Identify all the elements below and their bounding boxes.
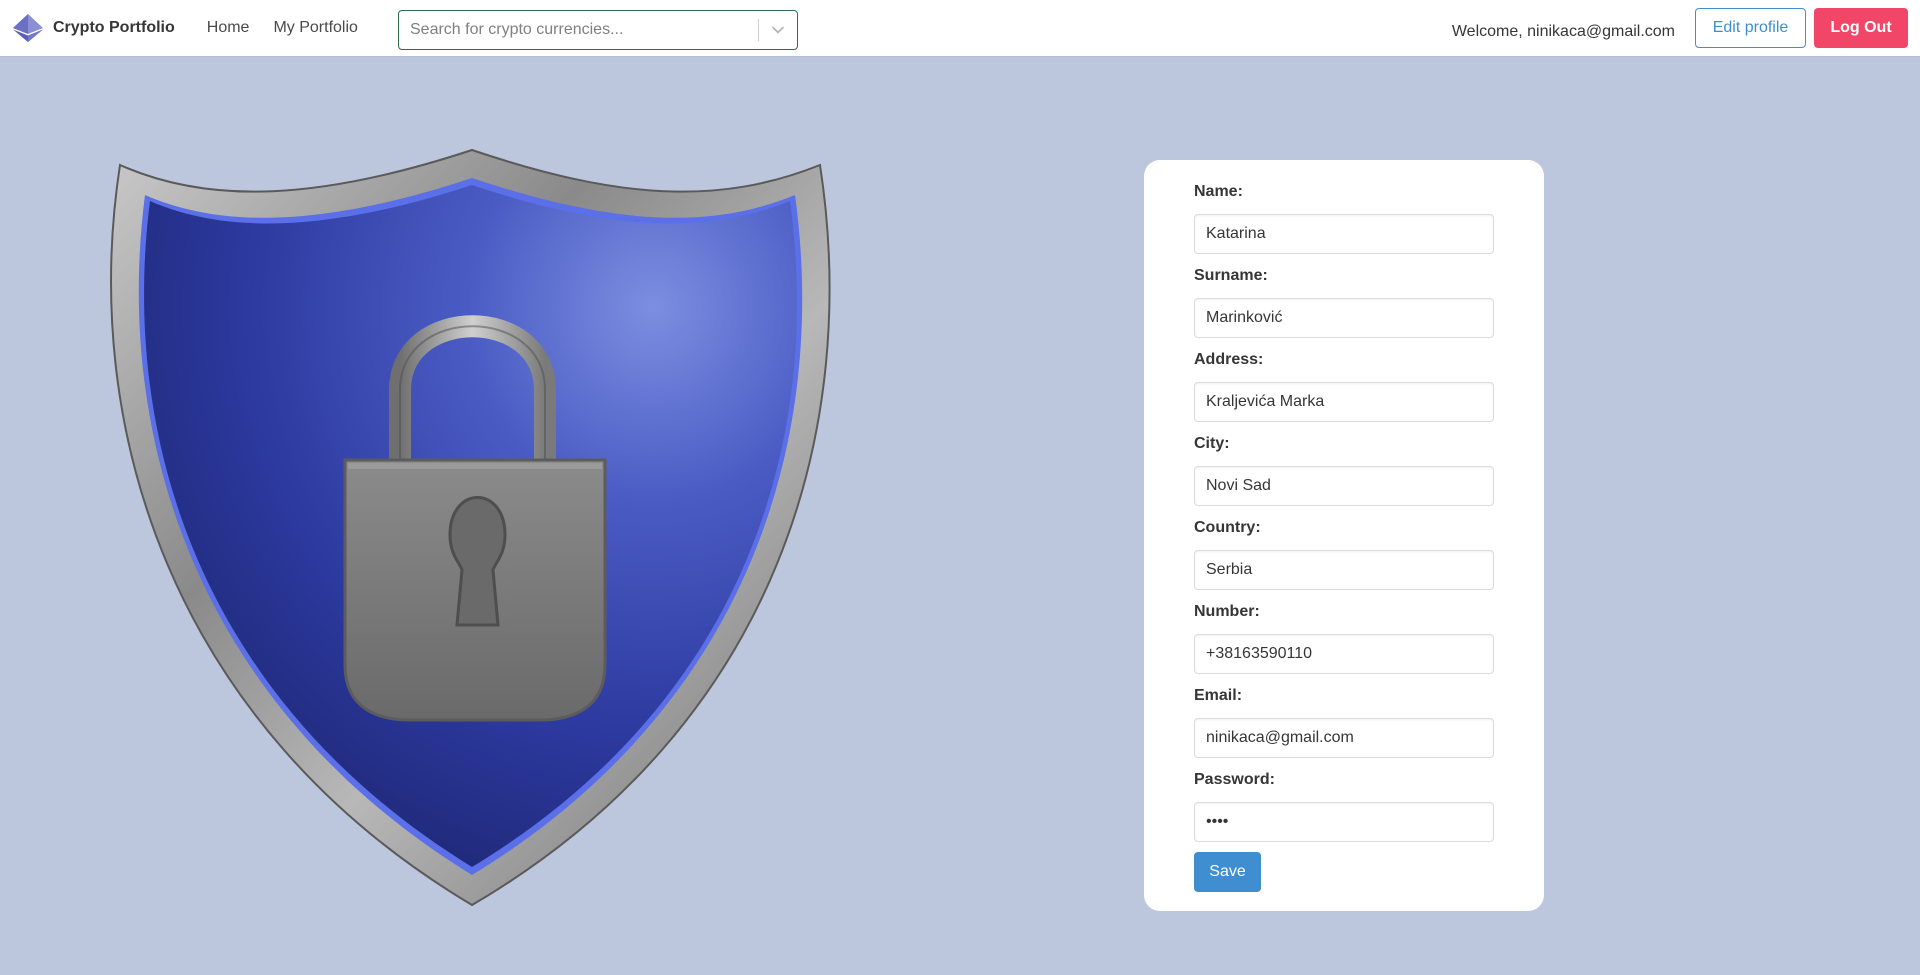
field-country: Country: xyxy=(1194,516,1494,590)
country-label: Country: xyxy=(1194,519,1261,536)
number-input[interactable] xyxy=(1194,634,1494,674)
email-input[interactable] xyxy=(1194,718,1494,758)
profile-form-card: Name: Surname: Address: City: Country: N… xyxy=(1144,160,1544,911)
navbar: Crypto Portfolio Home My Portfolio Welco… xyxy=(0,0,1920,56)
country-input[interactable] xyxy=(1194,550,1494,590)
ethereum-logo-icon xyxy=(13,14,43,42)
search-input[interactable] xyxy=(399,11,758,49)
field-address: Address: xyxy=(1194,348,1494,422)
field-city: City: xyxy=(1194,432,1494,506)
address-input[interactable] xyxy=(1194,382,1494,422)
field-name: Name: xyxy=(1194,180,1494,254)
field-number: Number: xyxy=(1194,600,1494,674)
surname-label: Surname: xyxy=(1194,267,1268,284)
field-password: Password: xyxy=(1194,768,1494,842)
name-input[interactable] xyxy=(1194,214,1494,254)
field-email: Email: xyxy=(1194,684,1494,758)
password-label: Password: xyxy=(1194,771,1275,788)
name-label: Name: xyxy=(1194,183,1243,200)
save-button[interactable]: Save xyxy=(1194,852,1261,892)
city-input[interactable] xyxy=(1194,466,1494,506)
nav-my-portfolio-link[interactable]: My Portfolio xyxy=(273,0,357,56)
edit-profile-button[interactable]: Edit profile xyxy=(1695,8,1806,48)
logout-button[interactable]: Log Out xyxy=(1814,8,1908,48)
address-label: Address: xyxy=(1194,351,1264,368)
field-surname: Surname: xyxy=(1194,264,1494,338)
brand-link[interactable]: Crypto Portfolio xyxy=(12,0,175,56)
welcome-text: Welcome, ninikaca@gmail.com xyxy=(1451,23,1675,40)
city-label: City: xyxy=(1194,435,1230,452)
surname-input[interactable] xyxy=(1194,298,1494,338)
brand-title: Crypto Portfolio xyxy=(53,19,175,36)
email-label: Email: xyxy=(1194,687,1243,704)
nav-home-link[interactable]: Home xyxy=(207,0,250,56)
chevron-down-icon[interactable] xyxy=(759,11,797,49)
password-input[interactable] xyxy=(1194,802,1494,842)
shield-lock-icon xyxy=(110,148,831,907)
number-label: Number: xyxy=(1194,603,1260,620)
crypto-search-select[interactable] xyxy=(398,10,798,50)
